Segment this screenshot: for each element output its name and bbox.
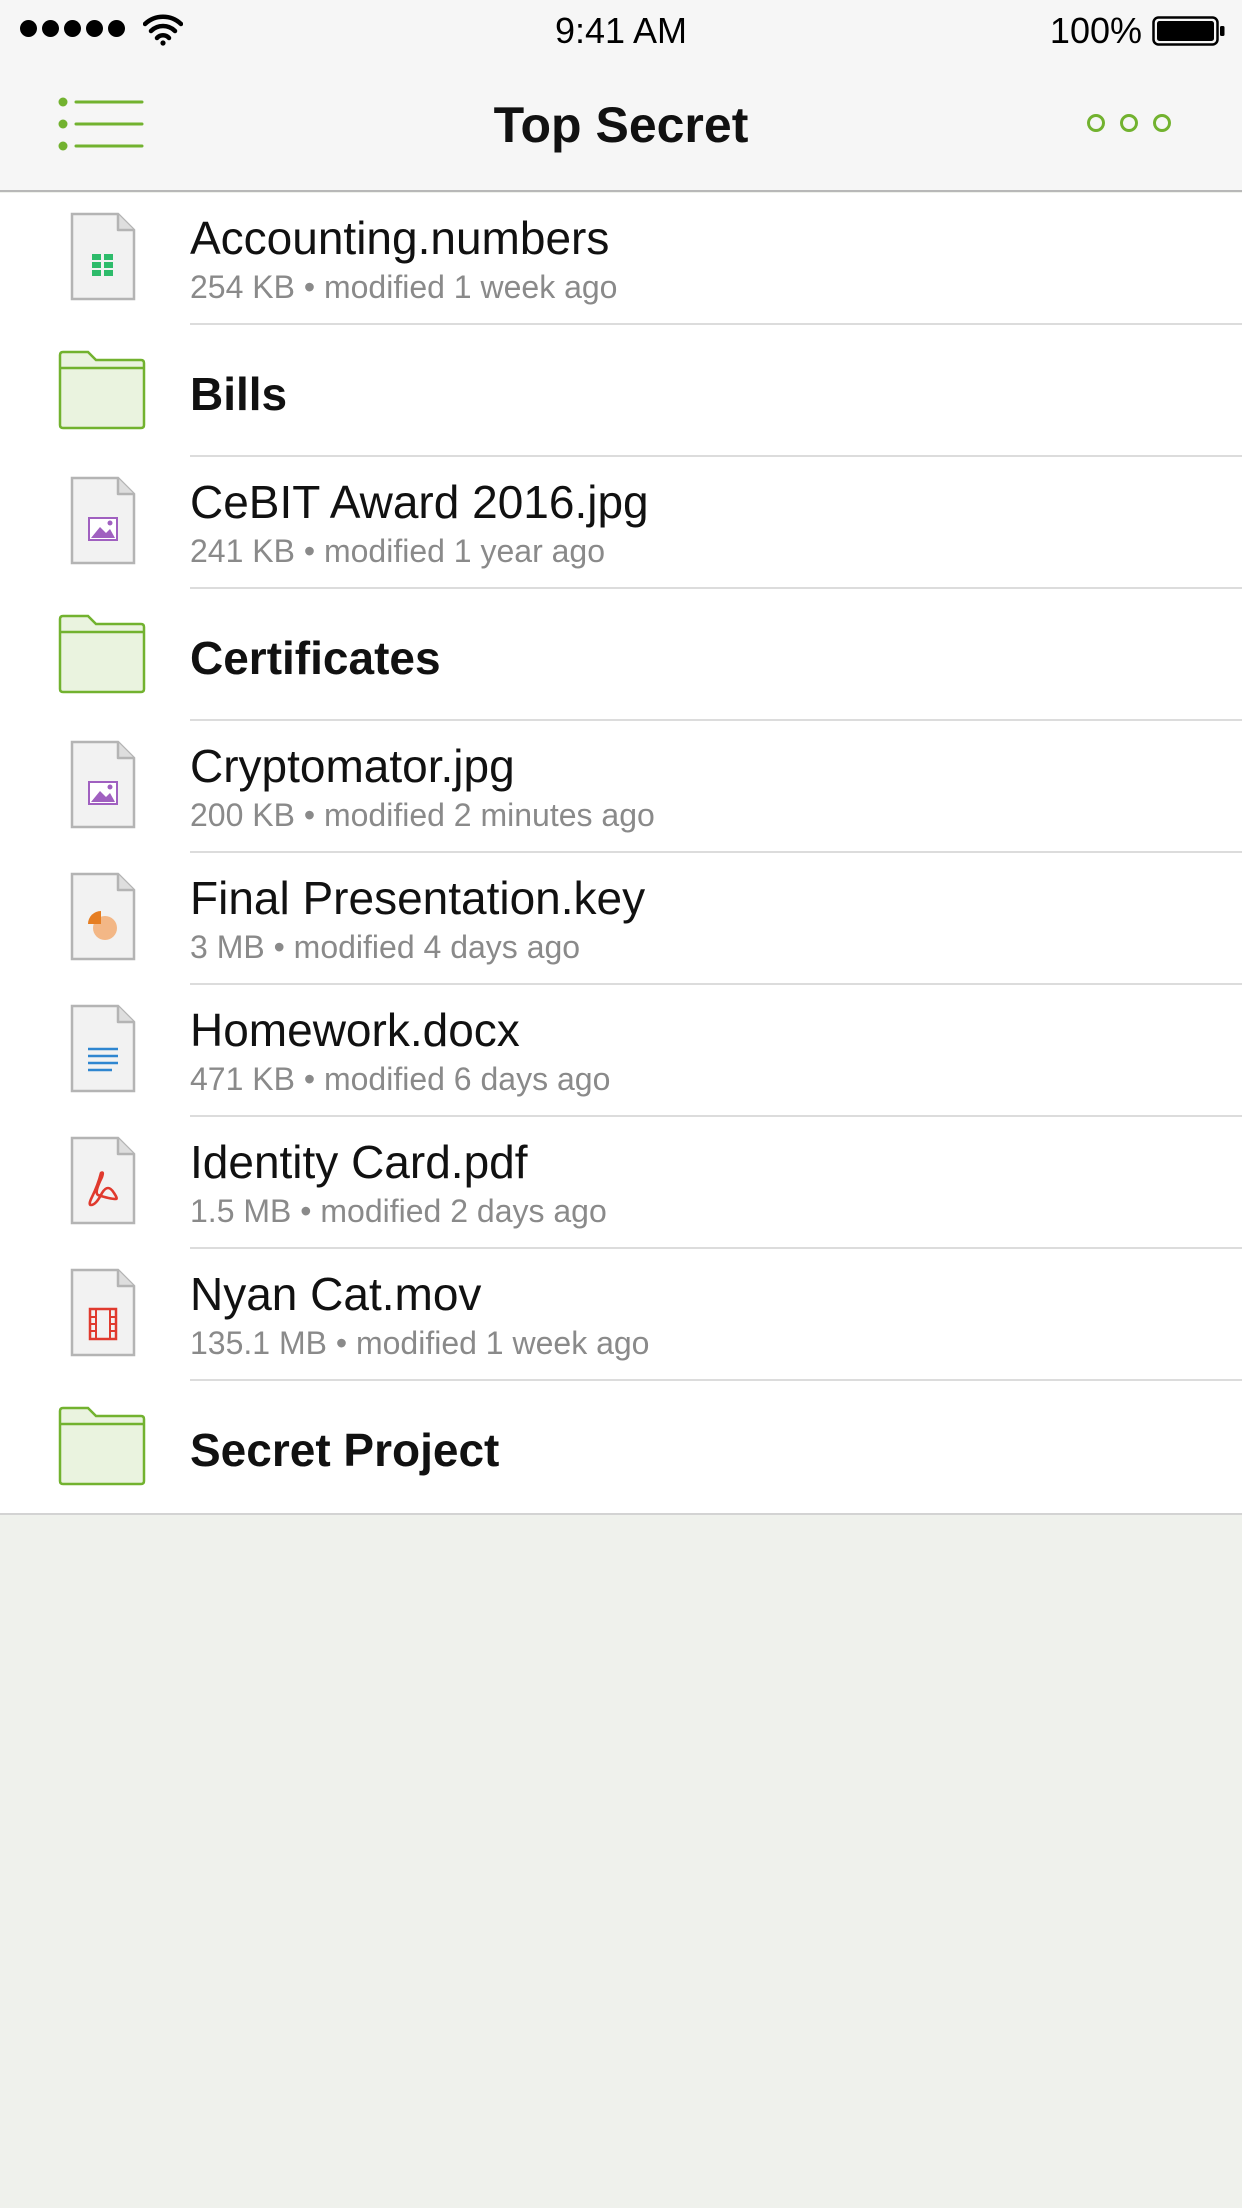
navigation-bar: Top Secret [0,62,1242,192]
folder-icon [58,614,146,694]
video-file-icon [70,1268,136,1357]
image-file-icon [70,740,136,829]
item-name: CeBIT Award 2016.jpg [190,476,649,528]
item-meta: 1.5 MB • modified 2 days ago [190,1193,607,1229]
item-name: Identity Card.pdf [190,1136,528,1188]
list-item[interactable]: Certificates [0,589,1242,721]
list-item[interactable]: Accounting.numbers 254 KB • modified 1 w… [0,193,1242,325]
item-meta: 3 MB • modified 4 days ago [190,929,581,965]
list-item[interactable]: Final Presentation.key 3 MB • modified 4… [0,853,1242,985]
item-name: Homework.docx [190,1004,520,1056]
list-item[interactable]: CeBIT Award 2016.jpg 241 KB • modified 1… [0,457,1242,589]
status-bar: 9:41 AM 100% [0,0,1242,62]
document-file-icon [70,1004,136,1093]
list-item[interactable]: Bills [0,325,1242,457]
item-name: Certificates [190,632,441,684]
pdf-file-icon [70,1136,136,1225]
item-name: Bills [190,368,288,420]
folder-icon [58,1406,146,1486]
item-name: Accounting.numbers [190,212,610,264]
list-item[interactable]: Nyan Cat.mov 135.1 MB • modified 1 week … [0,1249,1242,1381]
item-name: Cryptomator.jpg [190,740,515,792]
list-item[interactable]: Identity Card.pdf 1.5 MB • modified 2 da… [0,1117,1242,1249]
page-title: Top Secret [493,97,749,153]
item-meta: 254 KB • modified 1 week ago [190,269,618,305]
file-list: Accounting.numbers 254 KB • modified 1 w… [0,193,1242,1515]
folder-icon [58,350,146,430]
battery-icon [1152,16,1225,46]
item-name: Final Presentation.key [190,872,646,924]
list-item[interactable]: Secret Project [0,1381,1242,1513]
item-meta: 135.1 MB • modified 1 week ago [190,1325,650,1361]
item-name: Secret Project [190,1424,500,1476]
battery-percentage: 100% [1049,10,1142,51]
item-name: Nyan Cat.mov [190,1268,482,1320]
spreadsheet-file-icon [70,212,136,301]
item-meta: 241 KB • modified 1 year ago [190,533,606,569]
item-meta: 200 KB • modified 2 minutes ago [190,797,655,833]
image-file-icon [70,476,136,565]
more-options-icon[interactable] [1084,108,1174,138]
list-item[interactable]: Homework.docx 471 KB • modified 6 days a… [0,985,1242,1117]
item-meta: 471 KB • modified 6 days ago [190,1061,611,1097]
list-item[interactable]: Cryptomator.jpg 200 KB • modified 2 minu… [0,721,1242,853]
presentation-file-icon [70,872,136,961]
